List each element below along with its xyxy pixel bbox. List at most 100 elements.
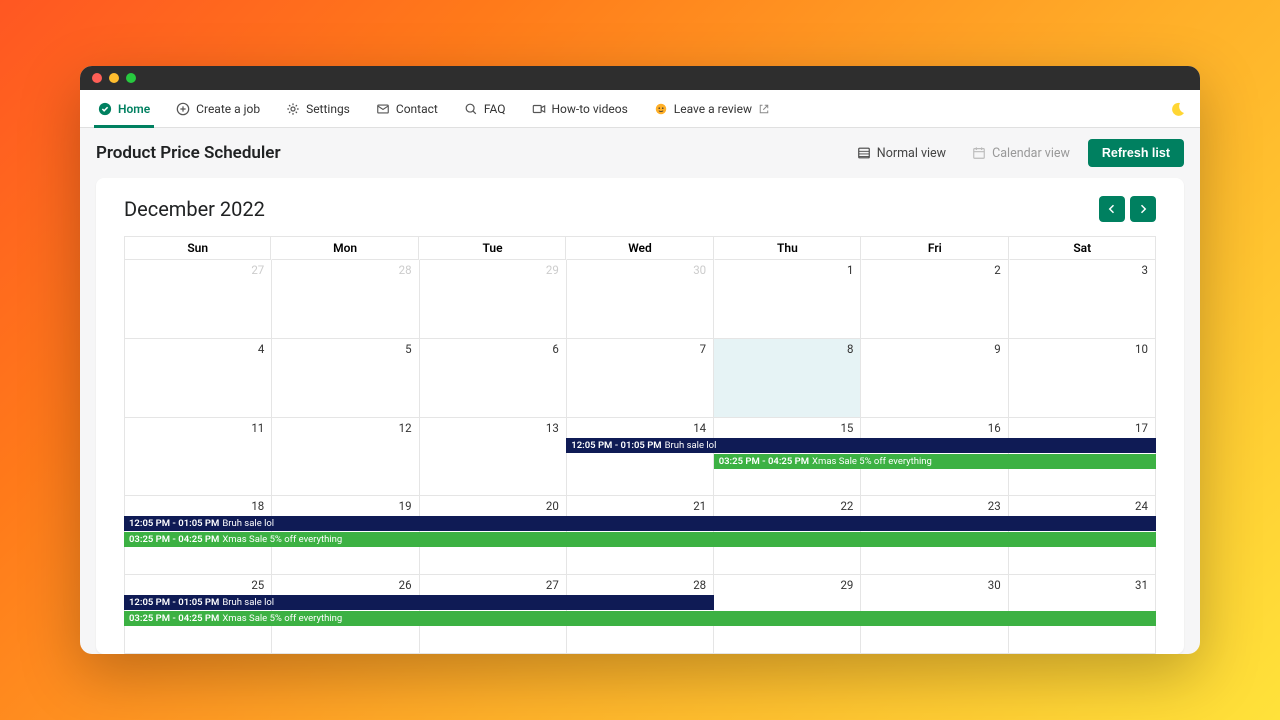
event-title: Bruh sale lol <box>222 597 274 608</box>
nav-label: Settings <box>306 102 350 116</box>
event-title: Xmas Sale 5% off everything <box>812 456 932 467</box>
day-cell[interactable]: 5 <box>272 339 419 418</box>
day-cell[interactable]: 12 <box>272 418 419 497</box>
day-cell[interactable]: 8 <box>714 339 861 418</box>
nav-home[interactable]: Home <box>94 90 154 128</box>
nav-label: Contact <box>396 102 438 116</box>
day-number: 4 <box>258 342 264 356</box>
event-title: Bruh sale lol <box>665 440 717 451</box>
nav-faq[interactable]: FAQ <box>460 90 510 128</box>
event-bar[interactable]: 03:25 PM - 04:25 PMXmas Sale 5% off ever… <box>124 611 1156 626</box>
day-number: 3 <box>1142 263 1148 277</box>
nav-settings[interactable]: Settings <box>282 90 354 128</box>
day-number: 27 <box>251 263 264 277</box>
calendar-title: December 2022 <box>124 197 265 221</box>
day-number: 6 <box>552 342 558 356</box>
event-bar[interactable]: 12:05 PM - 01:05 PMBruh sale lol <box>124 516 1156 531</box>
view-label: Calendar view <box>992 146 1070 161</box>
day-number: 13 <box>546 421 559 435</box>
maximize-icon[interactable] <box>126 73 136 83</box>
day-cell[interactable]: 3 <box>1009 260 1156 339</box>
day-number: 27 <box>546 578 559 592</box>
calendar-grid: SunMonTueWedThuFriSat 272829301234567891… <box>124 236 1156 654</box>
refresh-button[interactable]: Refresh list <box>1088 139 1184 167</box>
day-cell[interactable]: 2 <box>861 260 1008 339</box>
day-number: 5 <box>405 342 411 356</box>
day-number: 2 <box>994 263 1000 277</box>
dow-cell: Thu <box>714 237 861 260</box>
week-row: 4 5 6 789 10 <box>124 339 1156 418</box>
minimize-icon[interactable] <box>109 73 119 83</box>
top-nav: Home Create a job Settings Contact FAQ <box>80 90 1200 128</box>
event-bar[interactable]: 12:05 PM - 01:05 PMBruh sale lol <box>566 438 1156 453</box>
day-cell[interactable]: 6 <box>420 339 567 418</box>
day-cell[interactable]: 11 <box>124 418 272 497</box>
view-label: Normal view <box>877 146 946 161</box>
event-title: Bruh sale lol <box>222 518 274 529</box>
week-row: 1112131415161712:05 PM - 01:05 PMBruh sa… <box>124 418 1156 497</box>
nav-label: How-to videos <box>552 102 628 116</box>
event-time: 03:25 PM - 04:25 PM <box>129 534 219 545</box>
gear-icon <box>286 102 300 116</box>
day-number: 21 <box>693 499 706 513</box>
review-icon <box>654 102 668 116</box>
external-link-icon <box>758 103 770 115</box>
nav-label: Home <box>118 102 150 116</box>
page-title: Product Price Scheduler <box>96 143 281 163</box>
close-icon[interactable] <box>92 73 102 83</box>
event-time: 03:25 PM - 04:25 PM <box>719 456 809 467</box>
day-cell[interactable]: 10 <box>1009 339 1156 418</box>
event-time: 12:05 PM - 01:05 PM <box>129 518 219 529</box>
day-cell[interactable]: 7 <box>567 339 714 418</box>
view-calendar[interactable]: Calendar view <box>964 141 1078 166</box>
mail-icon <box>376 102 390 116</box>
titlebar <box>80 66 1200 90</box>
day-cell[interactable]: 1 <box>714 260 861 339</box>
day-number: 28 <box>399 263 412 277</box>
day-number: 19 <box>399 499 412 513</box>
search-icon <box>464 102 478 116</box>
nav-review[interactable]: Leave a review <box>650 90 774 128</box>
day-number: 18 <box>251 499 264 513</box>
day-cell[interactable]: 13 <box>420 418 567 497</box>
day-number: 11 <box>251 421 264 435</box>
nav-contact[interactable]: Contact <box>372 90 442 128</box>
nav-label: FAQ <box>484 102 506 116</box>
dow-cell: Sun <box>124 237 271 260</box>
toolbar: Product Price Scheduler Normal view Cale… <box>80 128 1200 178</box>
calendar-header: December 2022 <box>96 196 1184 236</box>
day-number: 31 <box>1135 578 1148 592</box>
dow-cell: Mon <box>271 237 418 260</box>
day-cell[interactable]: 27 <box>124 260 272 339</box>
day-cell[interactable]: 28 <box>272 260 419 339</box>
prev-month-button[interactable] <box>1099 196 1125 222</box>
day-cell[interactable]: 29 <box>420 260 567 339</box>
dow-cell: Sat <box>1009 237 1156 260</box>
event-bar[interactable]: 03:25 PM - 04:25 PMXmas Sale 5% off ever… <box>124 532 1156 547</box>
day-number: 23 <box>988 499 1001 513</box>
day-number: 29 <box>840 578 853 592</box>
day-number: 22 <box>840 499 853 513</box>
day-number: 14 <box>693 421 706 435</box>
view-normal[interactable]: Normal view <box>849 141 954 166</box>
list-icon <box>857 146 871 160</box>
day-cell[interactable]: 14 <box>567 418 714 497</box>
day-number: 10 <box>1135 342 1148 356</box>
event-bar[interactable]: 12:05 PM - 01:05 PMBruh sale lol <box>124 595 714 610</box>
dow-cell: Wed <box>566 237 713 260</box>
nav-create-job[interactable]: Create a job <box>172 90 264 128</box>
next-month-button[interactable] <box>1130 196 1156 222</box>
day-number: 1 <box>847 263 853 277</box>
day-number: 15 <box>840 421 853 435</box>
day-number: 28 <box>693 578 706 592</box>
week-row: 1819202122232412:05 PM - 01:05 PMBruh sa… <box>124 496 1156 575</box>
dark-mode-toggle[interactable] <box>1170 101 1186 117</box>
day-cell[interactable]: 30 <box>567 260 714 339</box>
nav-videos[interactable]: How-to videos <box>528 90 632 128</box>
day-number: 7 <box>700 342 706 356</box>
event-time: 03:25 PM - 04:25 PM <box>129 613 219 624</box>
day-cell[interactable]: 9 <box>861 339 1008 418</box>
event-bar[interactable]: 03:25 PM - 04:25 PMXmas Sale 5% off ever… <box>714 454 1156 469</box>
day-cell[interactable]: 4 <box>124 339 272 418</box>
day-number: 26 <box>399 578 412 592</box>
